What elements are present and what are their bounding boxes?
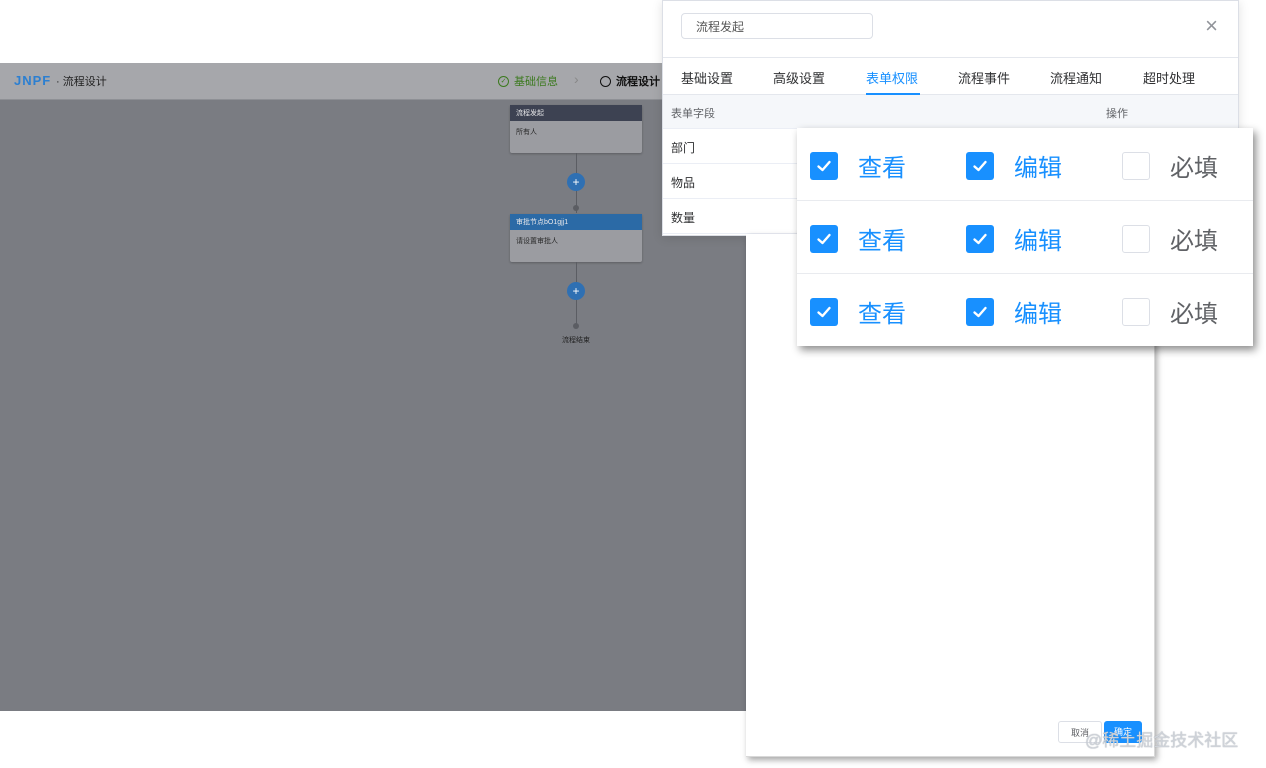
circle-icon (600, 75, 611, 87)
view-label: 查看 (858, 155, 906, 182)
table-row: 数量 (663, 199, 803, 234)
permission-row: 查看 编辑 必填 (797, 274, 1253, 347)
checkbox-checked-icon (810, 151, 838, 180)
table-row: 部门 (663, 129, 803, 164)
edit-checkbox[interactable]: 编辑 (966, 221, 1062, 256)
step-basic-info[interactable]: ✓ 基础信息 (498, 73, 558, 89)
required-checkbox[interactable]: 必填 (1122, 294, 1218, 329)
add-node-button[interactable]: + (567, 173, 585, 191)
field-name: 部门 (671, 141, 696, 155)
permission-row: 查看 编辑 必填 (797, 128, 1253, 201)
checkbox-checked-icon (966, 297, 994, 326)
close-icon[interactable]: × (1205, 15, 1218, 37)
tab-form-permissions[interactable]: 表单权限 (866, 68, 918, 87)
chevron-right-icon: › (574, 71, 579, 87)
tab-flow-events[interactable]: 流程事件 (958, 68, 1010, 87)
field-name: 数量 (671, 211, 696, 225)
checkbox-checked-icon (966, 224, 994, 253)
view-checkbox[interactable]: 查看 (810, 294, 906, 329)
table-header: 表单字段 操作 (663, 95, 1238, 129)
field-name: 物品 (671, 176, 696, 190)
edit-label: 编辑 (1014, 301, 1062, 328)
required-label: 必填 (1170, 155, 1218, 182)
view-label: 查看 (858, 228, 906, 255)
required-label: 必填 (1170, 228, 1218, 255)
flow-designer-canvas: JNPF · 流程设计 ✓ 基础信息 › 流程设计 流程发起 所有人 + 审批节… (0, 63, 746, 711)
approval-node-title: 审批节点bO1gjj1 (510, 214, 642, 230)
dialog-tabs: 基础设置 高级设置 表单权限 流程事件 流程通知 超时处理 (663, 57, 1238, 95)
permissions-zoom-panel: 查看 编辑 必填 查看 编辑 必填 查看 编辑 必填 (797, 128, 1253, 346)
view-label: 查看 (858, 301, 906, 328)
approval-node-content: 请设置审批人 (516, 238, 558, 245)
app-logo: JNPF (14, 73, 52, 88)
checkbox-unchecked-icon (1122, 297, 1150, 326)
tab-flow-notifications[interactable]: 流程通知 (1050, 68, 1102, 87)
view-checkbox[interactable]: 查看 (810, 148, 906, 183)
edit-checkbox[interactable]: 编辑 (966, 148, 1062, 183)
edit-label: 编辑 (1014, 228, 1062, 255)
required-checkbox[interactable]: 必填 (1122, 221, 1218, 256)
checkbox-checked-icon (966, 151, 994, 180)
start-node-title: 流程发起 (510, 105, 642, 121)
permission-row: 查看 编辑 必填 (797, 201, 1253, 274)
required-label: 必填 (1170, 301, 1218, 328)
flow-arrow (573, 205, 579, 211)
checkbox-unchecked-icon (1122, 224, 1150, 253)
tab-advanced-settings[interactable]: 高级设置 (773, 68, 825, 87)
edit-label: 编辑 (1014, 155, 1062, 182)
column-header-field: 表单字段 (671, 108, 715, 120)
check-circle-icon: ✓ (498, 75, 509, 87)
designer-title: · 流程设计 (56, 76, 107, 88)
tab-timeout-handling[interactable]: 超时处理 (1143, 68, 1195, 87)
flow-end-label: 流程结束 (562, 337, 590, 344)
tab-basic-settings[interactable]: 基础设置 (681, 68, 733, 87)
start-node-content: 所有人 (516, 129, 537, 136)
node-name-input[interactable]: 流程发起 (681, 13, 873, 39)
column-header-action: 操作 (1106, 108, 1128, 120)
flow-end-dot (573, 323, 579, 329)
checkbox-checked-icon (810, 224, 838, 253)
watermark: @稀土掘金技术社区 (1085, 731, 1239, 750)
table-row: 物品 (663, 164, 803, 199)
edit-checkbox[interactable]: 编辑 (966, 294, 1062, 329)
required-checkbox[interactable]: 必填 (1122, 148, 1218, 183)
add-node-button[interactable]: + (567, 282, 585, 300)
checkbox-unchecked-icon (1122, 151, 1150, 180)
approval-node[interactable]: 审批节点bO1gjj1 请设置审批人 (510, 214, 642, 262)
view-checkbox[interactable]: 查看 (810, 221, 906, 256)
step-flow-design[interactable]: 流程设计 (600, 73, 660, 89)
checkbox-checked-icon (810, 297, 838, 326)
designer-header: JNPF · 流程设计 ✓ 基础信息 › 流程设计 (0, 63, 746, 100)
start-node[interactable]: 流程发起 所有人 (510, 105, 642, 153)
